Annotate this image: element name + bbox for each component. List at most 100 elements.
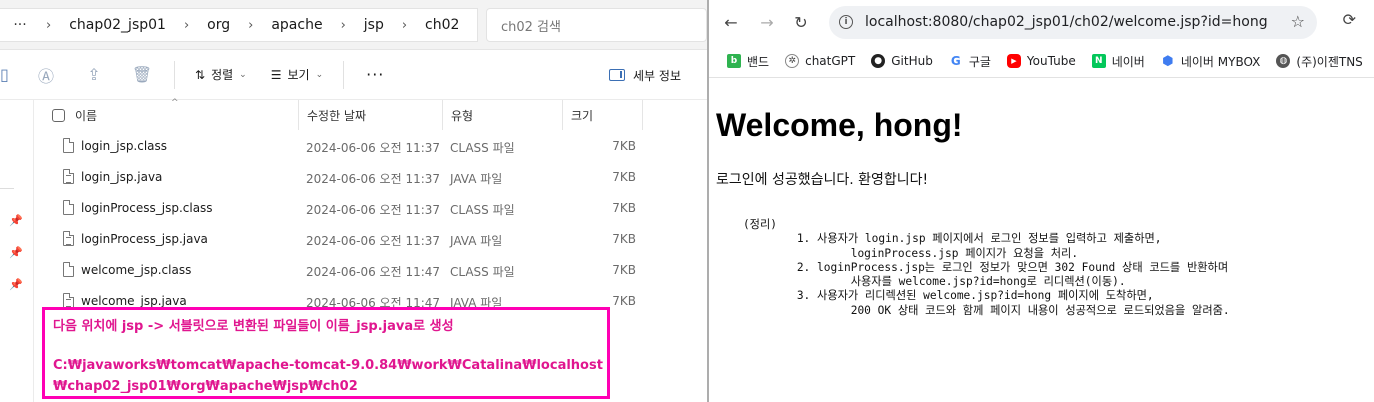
breadcrumb[interactable]: ··· › chap02_jsp01 › org › apache › jsp …: [0, 8, 478, 42]
bookmarks-bar: b 밴드 ✲ chatGPT ● GitHub G 구글 ▶ YouTube N…: [709, 45, 1374, 78]
file-type: CLASS 파일: [450, 141, 515, 155]
file-size: 7KB: [612, 170, 636, 184]
breadcrumb-item[interactable]: apache: [259, 17, 334, 33]
chatgpt-icon: ✲: [785, 54, 800, 68]
file-type: CLASS 파일: [450, 265, 515, 279]
command-bar: ▯ Ⓐ ⇪ 🗑 ⇅ 정렬 ⌄ ☰ 보기 ⌄ ··· 세부 정보: [0, 50, 707, 100]
breadcrumb-item[interactable]: org: [195, 17, 242, 33]
file-modified: 2024-06-06 오전 11:37: [306, 172, 441, 186]
nav-divider: [0, 188, 14, 189]
bookmark-naver[interactable]: N 네이버: [1084, 53, 1153, 70]
url-bar[interactable]: i localhost:8080/chap02_jsp01/ch02/welco…: [829, 6, 1317, 39]
summary-notes: (정리) 1. 사용자가 login.jsp 페이지에서 로그인 정보를 입력하…: [742, 218, 1230, 317]
bookmark-github[interactable]: ● GitHub: [863, 54, 941, 68]
page-heading: Welcome, hong!: [716, 107, 963, 143]
view-list-icon: ☰: [270, 67, 282, 82]
column-header-type[interactable]: 유형: [443, 100, 563, 130]
file-type: JAVA 파일: [450, 172, 503, 186]
file-size: 7KB: [612, 232, 636, 246]
pin-icon[interactable]: 📌: [9, 214, 23, 227]
globe-icon: ◍: [1276, 54, 1291, 68]
file-name: loginProcess_jsp.java: [81, 232, 208, 246]
welcome-message: 로그인에 성공했습니다. 환영합니다!: [716, 172, 929, 188]
breadcrumb-item[interactable]: ch02: [413, 17, 471, 33]
breadcrumb-item[interactable]: chap02_jsp01: [57, 17, 178, 33]
chevron-down-icon: ⌄: [315, 69, 324, 80]
reload-icon[interactable]: ↻: [789, 10, 813, 34]
search-input[interactable]: ch02 검색: [486, 8, 707, 42]
file-row[interactable]: login_jsp.java 2024-06-06 오전 11:37 JAVA …: [34, 162, 707, 193]
file-row[interactable]: login_jsp.class 2024-06-06 오전 11:37 CLAS…: [34, 131, 707, 162]
chevron-right-icon: ›: [401, 17, 408, 33]
forward-arrow-icon[interactable]: →: [755, 10, 779, 34]
chevron-right-icon: ›: [340, 17, 346, 33]
navigation-pane[interactable]: 📌 📌 📌: [0, 100, 34, 402]
column-header-row: ^ 이름 수정한 날짜 유형 크기: [34, 98, 707, 130]
file-explorer-window: ··· › chap02_jsp01 › org › apache › jsp …: [0, 0, 707, 402]
file-modified: 2024-06-06 오전 11:37: [306, 203, 441, 217]
bookmark-youtube[interactable]: ▶ YouTube: [999, 54, 1084, 68]
address-bar: ··· › chap02_jsp01 › org › apache › jsp …: [0, 0, 707, 50]
toolbar-divider: [343, 60, 345, 89]
youtube-icon: ▶: [1006, 54, 1021, 68]
view-button[interactable]: ☰ 보기 ⌄: [259, 60, 335, 90]
pin-icon[interactable]: 📌: [9, 246, 23, 259]
sort-icon: ⇅: [195, 67, 206, 82]
more-options-button[interactable]: ···: [352, 65, 398, 84]
file-row[interactable]: loginProcess_jsp.class 2024-06-06 오전 11:…: [34, 193, 707, 224]
github-icon: ●: [871, 54, 886, 68]
browser-toolbar: ← → ↻ i localhost:8080/chap02_jsp01/ch02…: [709, 0, 1374, 45]
column-header-size[interactable]: 크기: [563, 100, 643, 130]
annotation-path-line: ₩chap02_jsp01₩org₩apache₩jsp₩ch02: [53, 379, 358, 394]
file-modified: 2024-06-06 오전 11:47: [306, 265, 441, 279]
chevron-right-icon: ›: [183, 17, 190, 33]
details-pane-button[interactable]: 세부 정보: [609, 50, 681, 100]
file-name: welcome_jsp.java: [81, 294, 187, 308]
annotation-box: 다음 위치에 jsp -> 서블릿으로 변환된 파일들이 이름_jsp.java…: [42, 307, 610, 399]
java-file-icon: [63, 231, 74, 246]
bookmark-ezen[interactable]: ◍ (주)이젠TNS: [1268, 53, 1370, 70]
column-header-modified[interactable]: 수정한 날짜: [299, 100, 443, 130]
rename-icon[interactable]: Ⓐ: [22, 60, 70, 90]
java-file-icon: [63, 169, 74, 184]
paste-icon[interactable]: ▯: [0, 60, 22, 90]
trash-icon[interactable]: 🗑: [118, 60, 166, 90]
bookmark-google[interactable]: G 구글: [941, 53, 999, 70]
file-modified: 2024-06-06 오전 11:37: [306, 141, 441, 155]
file-type: JAVA 파일: [450, 234, 503, 248]
file-row[interactable]: loginProcess_jsp.java 2024-06-06 오전 11:3…: [34, 224, 707, 255]
file-name: welcome_jsp.class: [81, 263, 192, 277]
bookmark-band[interactable]: b 밴드: [719, 53, 777, 70]
select-all-checkbox[interactable]: [52, 109, 65, 122]
annotation-path-line: C:₩javaworks₩tomcat₩apache-tomcat-9.0.84…: [53, 358, 603, 373]
site-info-icon[interactable]: i: [839, 15, 853, 29]
class-file-icon: [63, 200, 74, 215]
breadcrumb-item[interactable]: jsp: [352, 17, 396, 33]
url-text[interactable]: localhost:8080/chap02_jsp01/ch02/welcome…: [865, 14, 1268, 30]
naver-icon: N: [1091, 54, 1106, 68]
file-name: login_jsp.class: [81, 139, 168, 153]
chevron-right-icon: ›: [46, 17, 52, 33]
mybox-icon: ⬢: [1160, 53, 1175, 69]
file-size: 7KB: [612, 139, 636, 153]
chevron-right-icon: ›: [248, 17, 254, 33]
file-row[interactable]: welcome_jsp.class 2024-06-06 오전 11:47 CL…: [34, 255, 707, 286]
breadcrumb-overflow-button[interactable]: ···: [0, 17, 40, 33]
band-icon: b: [727, 54, 741, 68]
column-header-name[interactable]: 이름: [67, 100, 299, 130]
share-icon[interactable]: ⇪: [70, 60, 118, 90]
java-file-icon: [63, 293, 74, 308]
star-icon[interactable]: ☆: [1291, 12, 1305, 31]
bookmark-chatgpt[interactable]: ✲ chatGPT: [777, 54, 863, 68]
file-name: login_jsp.java: [81, 170, 163, 184]
toolbar-divider: [174, 60, 175, 89]
annotation-text: 다음 위치에 jsp -> 서블릿으로 변환된 파일들이 이름_jsp.java…: [53, 319, 454, 334]
sort-button[interactable]: ⇅ 정렬 ⌄: [183, 60, 259, 90]
page-content: Welcome, hong! 로그인에 성공했습니다. 환영합니다! (정리) …: [709, 79, 1374, 402]
chevron-down-icon: ⌄: [239, 69, 247, 80]
back-arrow-icon[interactable]: ←: [719, 10, 743, 34]
bookmark-naver-mybox[interactable]: ⬢ 네이버 MYBOX: [1153, 53, 1269, 70]
file-list: login_jsp.class 2024-06-06 오전 11:37 CLAS…: [34, 131, 707, 317]
pin-icon[interactable]: 📌: [9, 278, 23, 291]
extensions-icon[interactable]: ⟳: [1343, 10, 1356, 29]
